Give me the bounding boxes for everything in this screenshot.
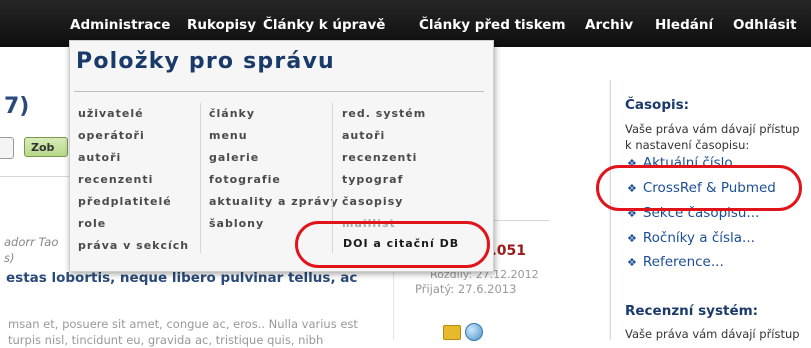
menu-item-red-system[interactable]: red. systém: [342, 107, 426, 120]
folder-icon[interactable]: [443, 325, 461, 340]
abstract-line: msan et, posuere sit amet, congue ac, er…: [8, 317, 358, 331]
menu-item-typograf[interactable]: typograf: [342, 173, 403, 186]
nav-hledani[interactable]: Hledání: [655, 17, 713, 33]
menu-item-recenzenti-system[interactable]: recenzenti: [342, 151, 417, 164]
menu-item-predplatitele[interactable]: předplatitelé: [78, 195, 172, 208]
abstract-line: turpis nisl, tincidunt eu, gravida ac, t…: [8, 333, 324, 347]
menu-item-galerie[interactable]: galerie: [209, 151, 259, 164]
nav-clanky-pred-tiskem[interactable]: Články před tiskem: [419, 17, 566, 33]
nav-administrace[interactable]: Administrace: [70, 17, 170, 33]
menu-item-aktuality-a-zpravy[interactable]: aktuality a zprávy: [209, 195, 339, 208]
column-separator: [200, 103, 201, 253]
menu-item-uzivatele[interactable]: uživatelé: [78, 107, 144, 120]
nav-rukopisy[interactable]: Rukopisy: [187, 17, 256, 33]
menu-item-clanky[interactable]: články: [209, 107, 255, 120]
menu-item-casopisy[interactable]: časopisy: [342, 195, 403, 208]
globe-icon[interactable]: [465, 323, 483, 341]
dropdown-title: Položky pro správu: [76, 49, 335, 74]
menu-item-operatori[interactable]: operátoři: [78, 129, 145, 142]
article-title[interactable]: estas lobortis, neque libero pulvinar te…: [6, 270, 357, 286]
menu-item-menu[interactable]: menu: [209, 129, 248, 142]
menu-item-sablony[interactable]: šablony: [209, 217, 264, 230]
nav-archiv[interactable]: Archiv: [585, 17, 633, 33]
bullet-icon: ❖: [627, 232, 637, 245]
article-author: adorr Tao s): [4, 234, 58, 266]
bullet-icon: ❖: [627, 256, 637, 269]
show-button[interactable]: Zob: [24, 137, 68, 157]
journal-permissions-text: Vaše práva vám dávají přístup k nastaven…: [625, 122, 800, 152]
sidebar-link-rocniky-a-cisla[interactable]: ❖ Ročníky a čísla...: [627, 230, 755, 246]
journal-section-title: Časopis:: [625, 97, 690, 113]
article-author-text: adorr Tao s): [4, 235, 59, 265]
page-heading: 7): [4, 94, 30, 119]
menu-item-prava-v-sekcich[interactable]: práva v sekcích: [78, 239, 189, 252]
review-section-title: Recenzní systém:: [625, 303, 759, 319]
menu-item-role[interactable]: role: [78, 217, 106, 230]
nav-odhlasit[interactable]: Odhlásit: [733, 17, 797, 33]
sidebar-link-reference[interactable]: ❖ Reference...: [627, 254, 724, 270]
menu-item-recenzenti[interactable]: recenzenti: [78, 173, 153, 186]
menu-item-autori-system[interactable]: autoři: [342, 129, 385, 142]
highlight-annotation-crossref: [596, 165, 802, 211]
highlight-annotation-doi: [295, 221, 490, 268]
accepted-date: Přijatý: 27.6.2013: [415, 282, 517, 296]
menu-item-autori[interactable]: autoři: [78, 151, 121, 164]
article-abstract: msan et, posuere sit amet, congue ac, er…: [8, 316, 358, 348]
menu-item-fotografie[interactable]: fotografie: [209, 173, 281, 186]
dropdown-divider: [74, 91, 484, 92]
small-button[interactable]: [0, 137, 14, 159]
nav-clanky-k-uprave[interactable]: Články k úpravě: [263, 17, 385, 33]
